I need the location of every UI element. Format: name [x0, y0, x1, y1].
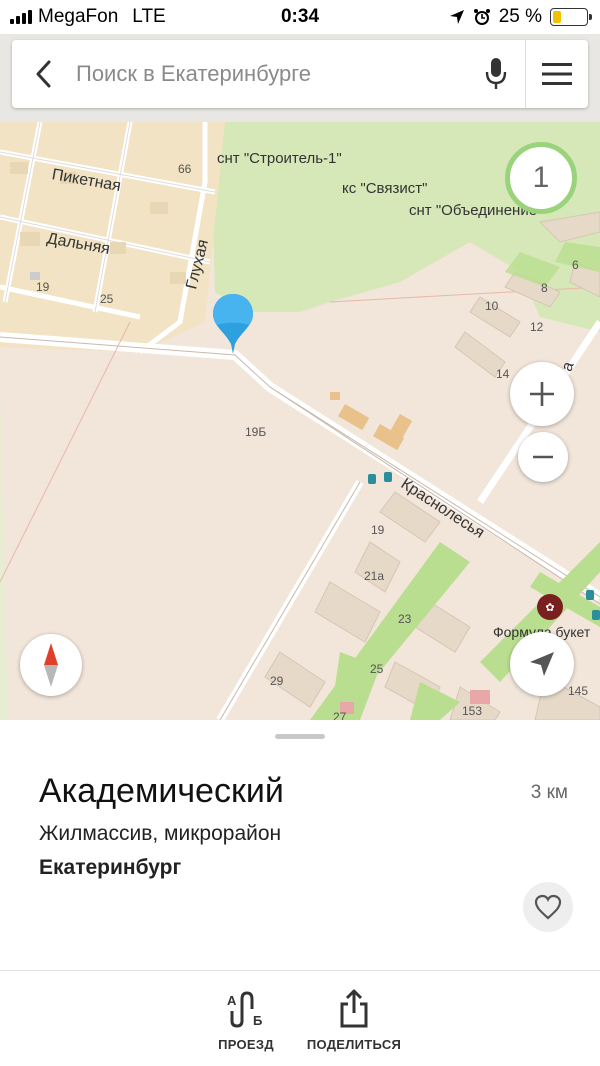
zoom-out-button[interactable]	[518, 432, 568, 482]
battery-percent: 25 %	[498, 6, 542, 27]
house-number: 10	[485, 299, 499, 313]
compass-icon	[44, 643, 58, 687]
my-location-button[interactable]	[510, 632, 574, 696]
share-icon	[340, 989, 368, 1028]
flower-shop-poi-icon[interactable]: ✿	[537, 594, 563, 620]
route-ab-icon: А Б	[227, 991, 262, 1028]
hamburger-icon	[542, 63, 572, 85]
search-bar	[12, 40, 588, 108]
location-arrow-icon	[449, 10, 464, 24]
placemark-pin-icon[interactable]	[211, 292, 255, 358]
house-number: 19	[36, 280, 50, 294]
house-number: 25	[100, 292, 114, 306]
map-label-ks-svyazist: кс "Связист"	[342, 180, 428, 197]
place-distance: 3 км	[530, 782, 568, 803]
battery-icon	[550, 8, 592, 26]
voice-search-button[interactable]	[466, 40, 526, 108]
svg-text:Б: Б	[253, 1013, 262, 1028]
heart-icon	[534, 894, 562, 920]
search-input[interactable]	[76, 40, 466, 108]
place-title: Академический	[39, 772, 284, 810]
house-number: 153	[462, 704, 483, 718]
house-number: 14	[496, 367, 510, 381]
search-header	[0, 34, 600, 122]
status-bar: MegaFon LTE 0:34 25 %	[0, 0, 600, 34]
route-button[interactable]: А Б ПРОЕЗД	[208, 989, 284, 1052]
house-number: 21а	[364, 569, 385, 583]
house-number: 8	[541, 281, 548, 295]
navigation-arrow-icon	[530, 652, 554, 676]
menu-button[interactable]	[526, 40, 588, 108]
microphone-icon	[485, 58, 506, 89]
status-right: 25 %	[449, 6, 592, 28]
route-label: ПРОЕЗД	[218, 1037, 274, 1052]
result-count-badge[interactable]: 1	[505, 142, 577, 214]
map-view[interactable]: снт "Строитель-1" кс "Связист" снт "Объе…	[0, 122, 600, 720]
share-button[interactable]: ПОДЕЛИТЬСЯ	[302, 989, 406, 1052]
zoom-in-button[interactable]	[510, 362, 574, 426]
place-city: Екатеринбург	[39, 856, 182, 879]
house-number: 6	[572, 258, 579, 272]
house-number: 12	[530, 320, 544, 334]
house-number: 66	[178, 162, 192, 176]
share-label: ПОДЕЛИТЬСЯ	[306, 1037, 402, 1052]
minus-icon	[533, 455, 553, 459]
house-number: 19Б	[245, 425, 267, 439]
map-label-snt-stroitel: снт "Строитель-1"	[217, 150, 342, 167]
back-button[interactable]	[12, 40, 76, 108]
house-number: 145	[568, 684, 589, 698]
chevron-left-icon	[36, 60, 51, 88]
battery-level	[553, 11, 561, 23]
place-card[interactable]: Академический 3 км Жилмассив, микрорайон…	[0, 720, 600, 970]
house-number: 19	[371, 523, 385, 537]
action-bar: А Б ПРОЕЗД ПОДЕЛИТЬСЯ	[0, 971, 600, 1066]
house-number: 25	[370, 662, 384, 676]
alarm-icon	[473, 9, 490, 25]
svg-text:А: А	[227, 993, 237, 1008]
plus-icon	[530, 382, 554, 406]
house-number: 27	[333, 710, 347, 720]
place-type: Жилмассив, микрорайон	[39, 822, 282, 845]
house-number: 23	[398, 612, 412, 626]
compass-button[interactable]	[20, 634, 82, 696]
favorite-button[interactable]	[523, 882, 573, 932]
house-number: 29	[270, 674, 284, 688]
sheet-grabber[interactable]	[275, 734, 325, 739]
